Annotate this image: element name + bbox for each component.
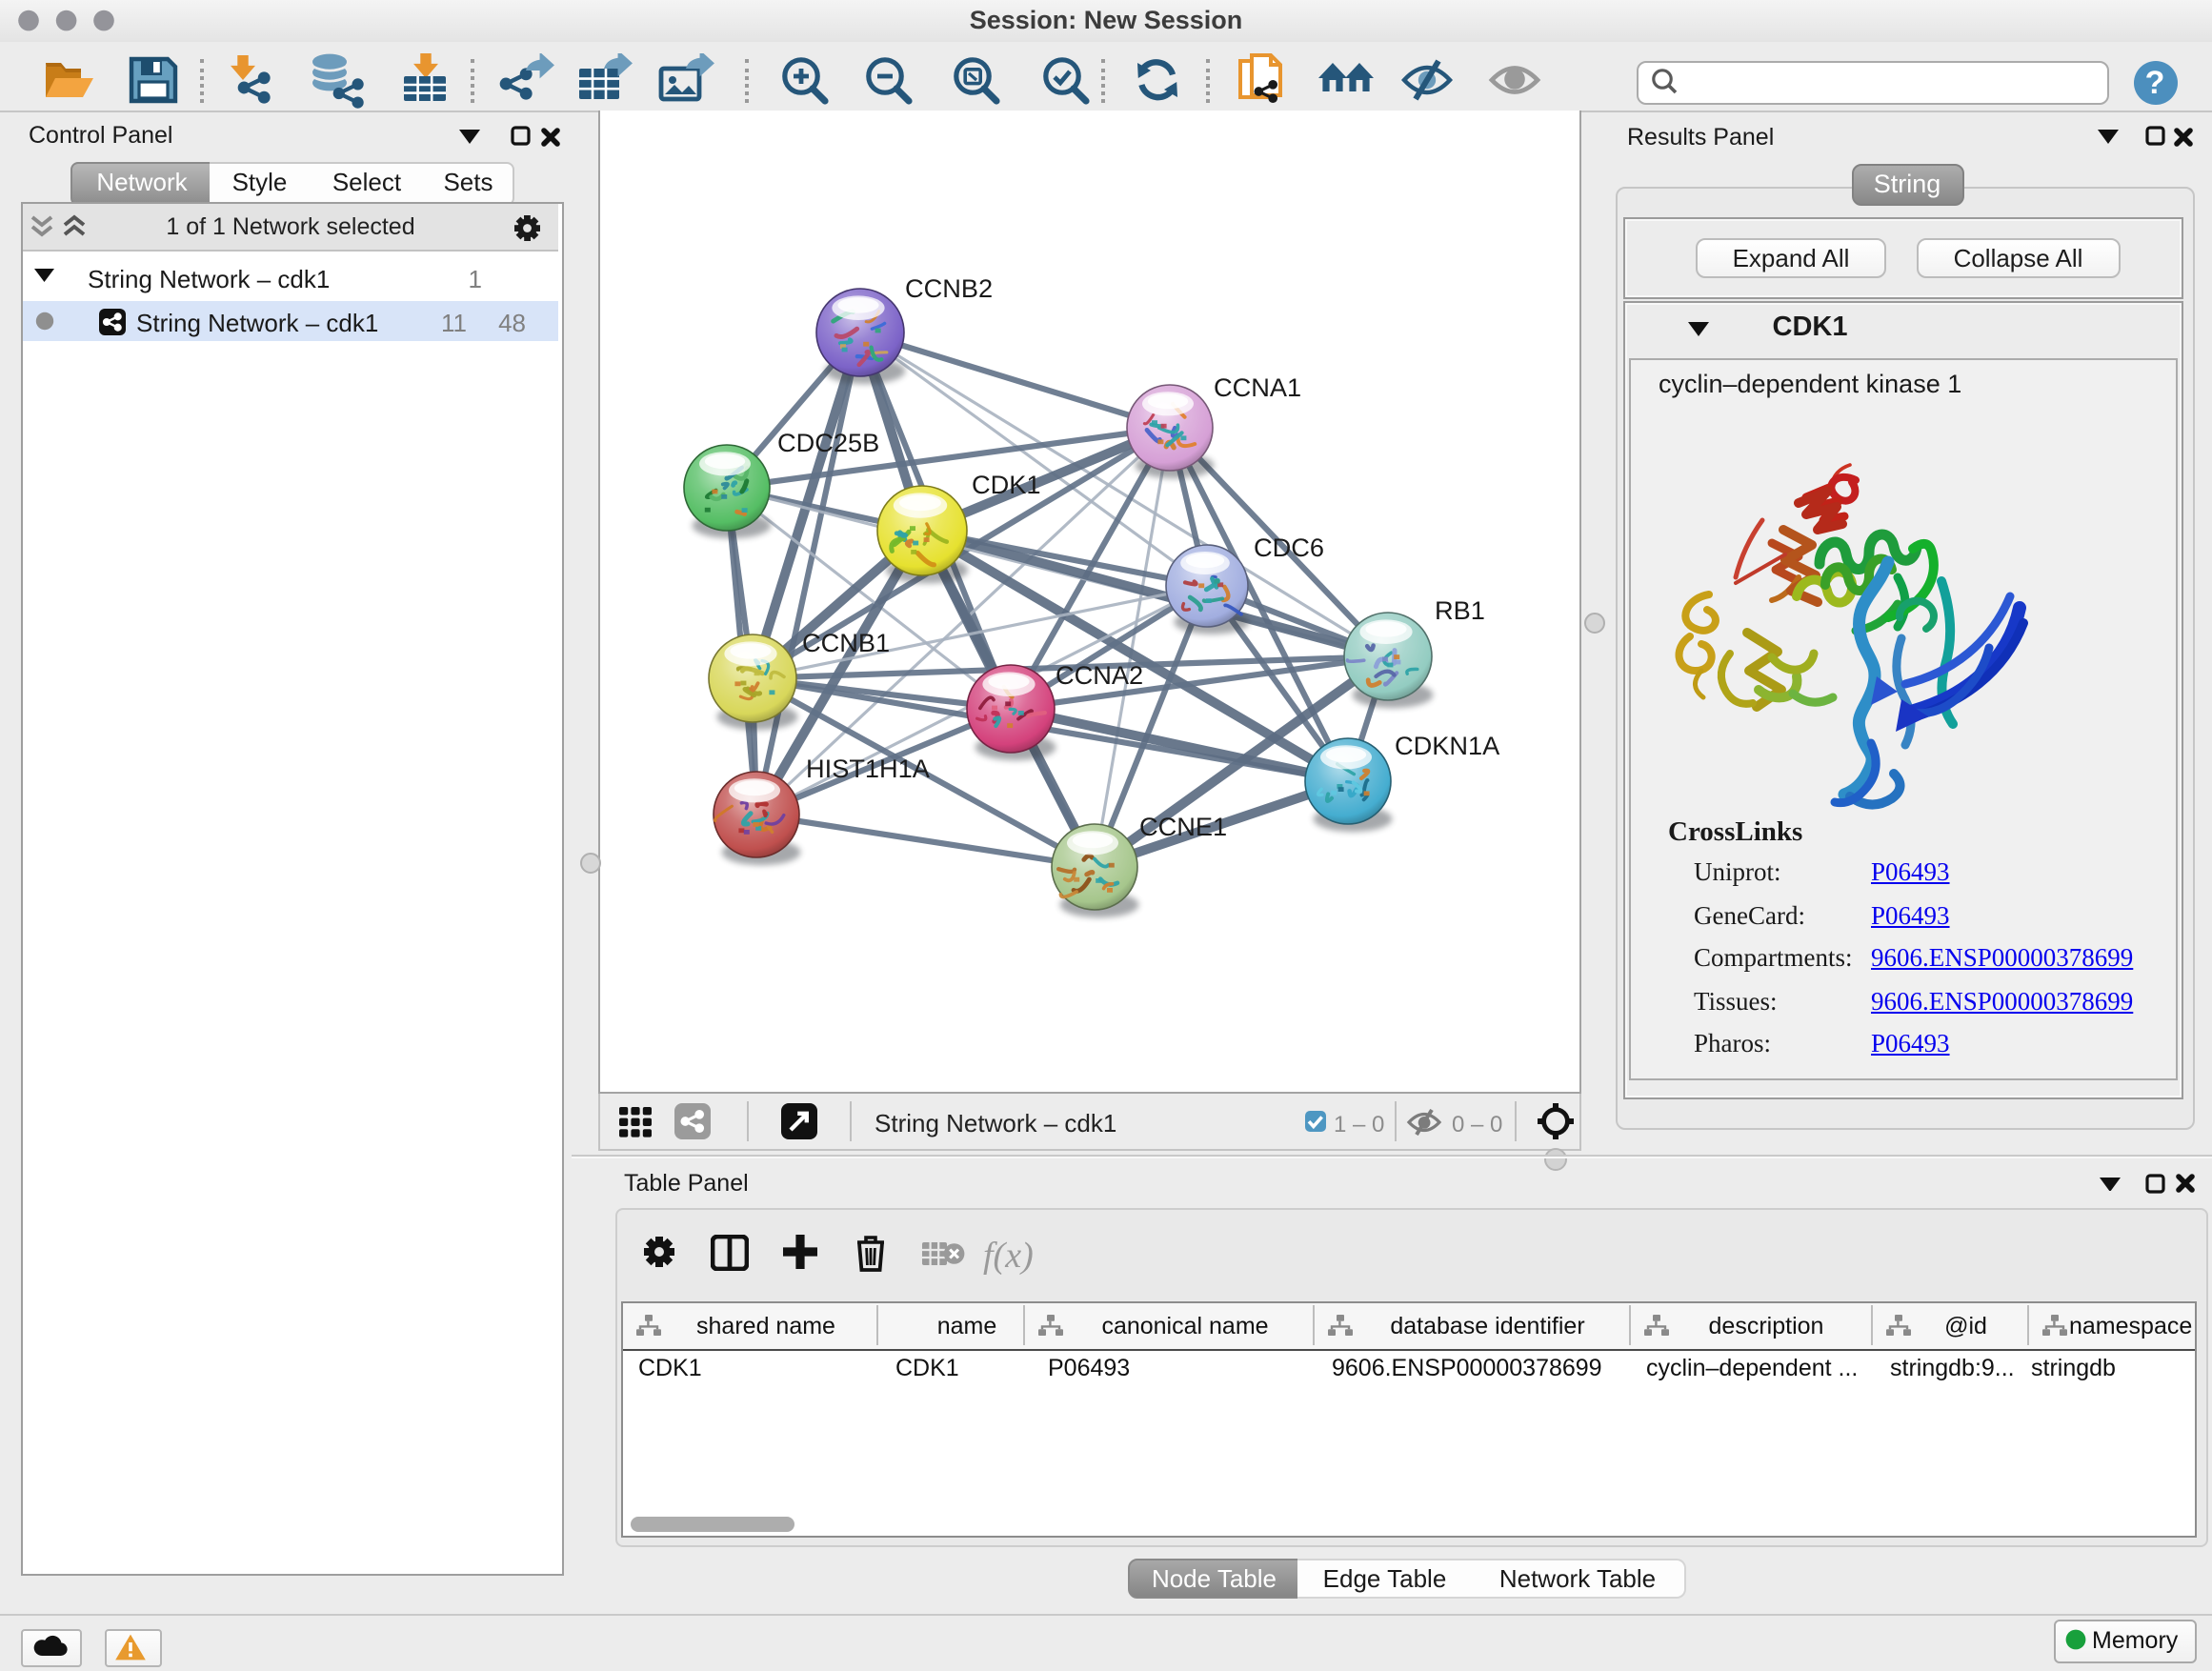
svg-text:HIST1H1A: HIST1H1A [806, 754, 931, 783]
svg-text:CCNA1: CCNA1 [1214, 372, 1301, 402]
svg-text:CDKN1A: CDKN1A [1395, 731, 1500, 760]
svg-text:RB1: RB1 [1435, 595, 1485, 625]
svg-text:CCNB2: CCNB2 [905, 273, 993, 303]
svg-text:CDC25B: CDC25B [777, 428, 879, 457]
svg-text:CCNE1: CCNE1 [1139, 812, 1227, 841]
svg-text:CDC6: CDC6 [1254, 533, 1324, 562]
svg-text:CCNA2: CCNA2 [1056, 660, 1143, 690]
svg-text:CCNB1: CCNB1 [802, 628, 890, 657]
svg-text:CDK1: CDK1 [972, 470, 1041, 499]
